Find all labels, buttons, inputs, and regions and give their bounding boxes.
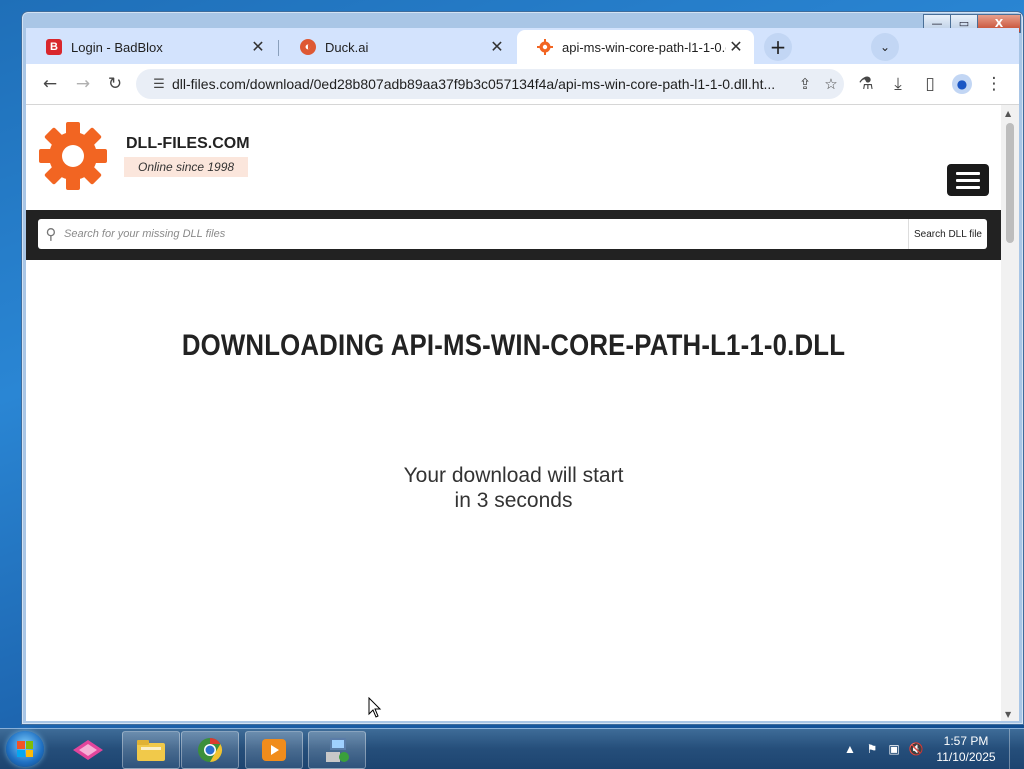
- show-desktop-button[interactable]: [1009, 729, 1024, 769]
- url-text[interactable]: dll-files.com/download/0ed28b807adb89aa3…: [172, 76, 792, 92]
- search-placeholder: Search for your missing DLL files: [64, 228, 226, 240]
- page-scrollbar[interactable]: ▲ ▼: [1001, 105, 1019, 721]
- show-hidden-icons-icon[interactable]: ▲: [839, 742, 861, 756]
- search-dll-button[interactable]: Search DLL file: [908, 219, 987, 249]
- scroll-thumb[interactable]: [1006, 123, 1014, 243]
- scroll-down-icon[interactable]: ▼: [1005, 710, 1011, 719]
- duckduckgo-icon: ◐: [300, 39, 316, 55]
- browser-toolbar: ← → ↻ ☰ dll-files.com/download/0ed28b807…: [26, 64, 1019, 105]
- scroll-up-icon[interactable]: ▲: [1005, 109, 1011, 118]
- site-search-bar: ⚲ Search for your missing DLL files Sear…: [26, 210, 1001, 260]
- download-countdown: Your download will start in 3 seconds: [26, 463, 1001, 513]
- tab-duckai[interactable]: ◐ Duck.ai ✕: [280, 30, 515, 64]
- windows-taskbar: ▲ ⚑ ▣ 🔇 1:57 PM 11/10/2025: [0, 728, 1024, 769]
- dll-files-gear-icon: [537, 39, 553, 55]
- hamburger-menu-icon[interactable]: [947, 164, 989, 196]
- clock[interactable]: 1:57 PM 11/10/2025: [927, 733, 1005, 765]
- windows-logo-icon: [17, 741, 33, 757]
- site-tagline: Online since 1998: [124, 157, 249, 177]
- tab-search-button[interactable]: ⌄: [871, 33, 899, 61]
- new-tab-button[interactable]: +: [764, 33, 792, 61]
- profile-avatar-icon[interactable]: ●: [948, 70, 976, 98]
- site-brand[interactable]: DLL-FILES.COM: [126, 135, 250, 153]
- network-icon[interactable]: ▣: [883, 742, 905, 756]
- tab-strip: B Login - BadBlox ✕ ◐ Duck.ai ✕ api-ms-w…: [26, 28, 1019, 64]
- browser-window: — ▭ X B Login - BadBlox ✕ ◐ Duck.ai ✕ ap…: [21, 11, 1024, 725]
- mouse-cursor-icon: [368, 697, 382, 718]
- download-icon[interactable]: ⤓: [884, 70, 912, 98]
- page-viewport: DLL-FILES.COM Online since 1998 ⚲ Search…: [26, 105, 1001, 721]
- countdown-line-1: Your download will start: [403, 464, 624, 487]
- network-installer-icon[interactable]: [308, 731, 366, 769]
- tab-separator: [278, 40, 279, 56]
- clock-date: 11/10/2025: [936, 750, 996, 764]
- labs-flask-icon[interactable]: ⚗: [852, 70, 880, 98]
- chrome-icon[interactable]: [181, 731, 239, 769]
- share-icon[interactable]: ⇪: [792, 75, 818, 93]
- tab-badblox[interactable]: B Login - BadBlox ✕: [26, 30, 276, 64]
- bookmark-star-icon[interactable]: ☆: [818, 75, 844, 93]
- paint-app-icon[interactable]: [60, 731, 116, 767]
- dll-files-logo-icon[interactable]: [38, 121, 108, 191]
- countdown-line-2: in 3 seconds: [454, 489, 573, 512]
- tab-title: Login - BadBlox: [71, 39, 163, 55]
- badblox-icon: B: [46, 39, 62, 55]
- tab-title: Duck.ai: [325, 39, 369, 55]
- close-tab-icon[interactable]: ✕: [726, 37, 746, 57]
- media-player-icon[interactable]: [245, 731, 303, 769]
- tab-dll-files[interactable]: api-ms-win-core-path-l1-1-0.dll ✕: [517, 30, 754, 64]
- reload-icon[interactable]: ↻: [101, 70, 129, 98]
- forward-icon[interactable]: →: [69, 70, 97, 98]
- close-tab-icon[interactable]: ✕: [487, 37, 507, 57]
- dll-search-input[interactable]: ⚲ Search for your missing DLL files: [38, 219, 908, 249]
- search-icon: ⚲: [45, 225, 57, 243]
- tab-title: api-ms-win-core-path-l1-1-0.dll: [562, 39, 726, 55]
- menu-kebab-icon[interactable]: ⋮: [980, 70, 1008, 98]
- start-button[interactable]: [6, 731, 44, 767]
- side-panel-icon[interactable]: ▯: [916, 70, 944, 98]
- close-tab-icon[interactable]: ✕: [248, 37, 268, 57]
- clock-time: 1:57 PM: [943, 734, 989, 748]
- back-icon[interactable]: ←: [36, 70, 64, 98]
- file-explorer-icon[interactable]: [122, 731, 180, 769]
- site-header: DLL-FILES.COM Online since 1998: [26, 105, 1001, 209]
- address-bar[interactable]: ☰ dll-files.com/download/0ed28b807adb89a…: [136, 69, 844, 99]
- volume-muted-icon[interactable]: 🔇: [905, 742, 927, 756]
- system-tray: ▲ ⚑ ▣ 🔇 1:57 PM 11/10/2025: [839, 729, 1024, 769]
- action-center-flag-icon[interactable]: ⚑: [861, 742, 883, 756]
- page-title: DOWNLOADING API-MS-WIN-CORE-PATH-L1-1-0.…: [181, 329, 846, 362]
- site-info-icon[interactable]: ☰: [146, 77, 172, 92]
